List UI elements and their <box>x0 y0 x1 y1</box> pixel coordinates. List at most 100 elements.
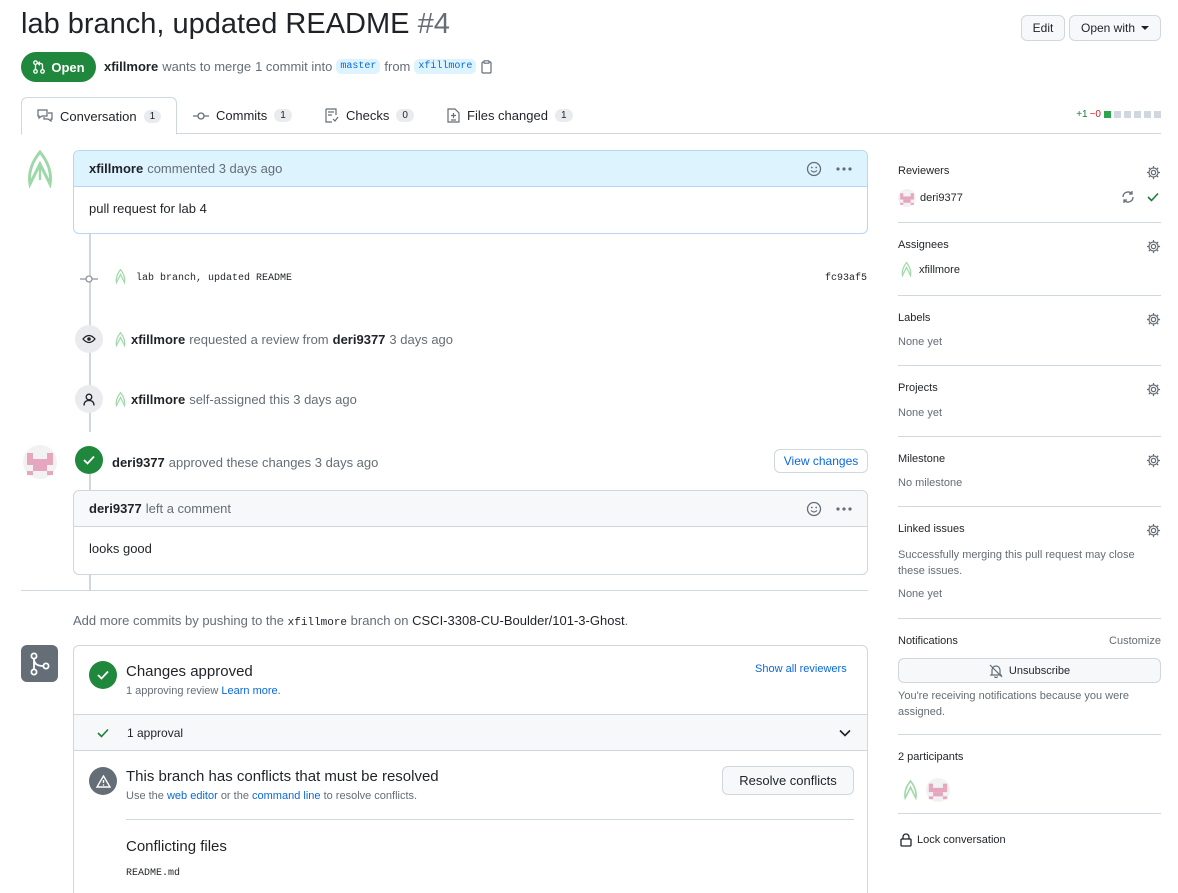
avatar-xfillmore-small[interactable] <box>114 331 127 348</box>
avatar-xfillmore-small[interactable] <box>114 268 127 285</box>
diffstat-block <box>1154 111 1161 118</box>
gear-icon[interactable] <box>1146 453 1161 468</box>
approval-event: deri9377 approved these changes 3 days a… <box>112 455 378 470</box>
event-actor[interactable]: xfillmore <box>131 332 185 347</box>
conversation-icon <box>37 109 53 123</box>
event-actor[interactable]: xfillmore <box>131 392 185 407</box>
push-hint-branch: xfillmore <box>287 617 348 629</box>
assignee-item[interactable]: xfillmore <box>900 261 960 278</box>
check-icon <box>1147 192 1159 202</box>
lock-conversation[interactable]: Lock conversation <box>900 833 1006 847</box>
push-hint-repo[interactable]: CSCI-3308-CU-Boulder/101-3-Ghost <box>412 613 624 628</box>
push-hint-period: . <box>624 613 629 628</box>
deletions: −0 <box>1089 109 1101 120</box>
gear-icon[interactable] <box>1146 382 1161 397</box>
smiley-icon[interactable] <box>806 501 822 517</box>
pr-title-text: lab branch, updated README <box>21 8 410 40</box>
commit-sha[interactable]: fc93af5 <box>825 273 867 284</box>
customize-link[interactable]: Customize <box>1109 635 1161 647</box>
sidebar-title: 2 participants <box>898 751 964 763</box>
sidebar-title: Milestone <box>898 453 946 465</box>
event-text: self-assigned this 3 days ago <box>189 392 357 407</box>
check-icon <box>83 455 95 465</box>
conflict-text: to resolve conflicts. <box>323 790 418 802</box>
comment-body: looks good <box>89 541 152 556</box>
merge-count-text: 1 commit into <box>255 59 333 74</box>
bell-slash-icon <box>989 664 1003 678</box>
base-branch[interactable]: master <box>336 59 381 74</box>
sidebar-notifications: Notifications Customize Unsubscribe You'… <box>898 635 1161 735</box>
approved-badge <box>75 446 103 474</box>
push-hint-text: branch on <box>350 613 409 628</box>
approved-subtitle: 1 approving review Learn more. <box>126 685 281 697</box>
tab-commits[interactable]: Commits 1 <box>193 97 292 134</box>
tab-label: Checks <box>346 108 390 123</box>
event-actor[interactable]: deri9377 <box>112 455 165 470</box>
avatar-xfillmore[interactable] <box>24 150 56 188</box>
eye-icon <box>82 334 96 344</box>
event-time[interactable]: 3 days ago <box>389 332 453 347</box>
avatar-xfillmore[interactable] <box>902 778 919 802</box>
open-with-button[interactable]: Open with <box>1069 15 1161 41</box>
edit-label: Edit <box>1032 21 1054 35</box>
commit-icon <box>193 111 209 120</box>
pull-request-icon <box>33 60 46 74</box>
conflict-divider <box>126 819 854 820</box>
learn-more-link[interactable]: Learn more. <box>221 685 280 697</box>
sidebar-value: None yet <box>898 588 943 600</box>
view-changes-button[interactable]: View changes <box>774 449 868 473</box>
approval-row[interactable]: 1 approval <box>74 714 867 751</box>
review-request-event: xfillmore requested a review from deri93… <box>114 331 453 348</box>
gear-icon[interactable] <box>1146 312 1161 327</box>
smiley-icon[interactable] <box>806 161 822 177</box>
edit-button[interactable]: Edit <box>1021 15 1065 41</box>
tab-conversation[interactable]: Conversation 1 <box>21 97 178 135</box>
git-merge-icon <box>30 652 49 675</box>
avatar-deri9377[interactable] <box>23 445 57 479</box>
sync-icon[interactable] <box>1121 190 1135 204</box>
event-text: requested a review from <box>189 332 329 347</box>
unsubscribe-label: Unsubscribe <box>1008 664 1071 677</box>
comment-author[interactable]: xfillmore <box>89 161 143 176</box>
pr-author-link[interactable]: xfillmore <box>104 59 158 74</box>
conflict-title: This branch has conflicts that must be r… <box>126 768 439 785</box>
copy-icon[interactable] <box>480 59 493 74</box>
sidebar-labels: Labels None yet <box>898 312 1161 366</box>
event-target[interactable]: deri9377 <box>333 332 386 347</box>
check-icon <box>97 728 109 738</box>
comment-body: pull request for lab 4 <box>89 201 207 216</box>
from-text: from <box>384 59 411 74</box>
resolve-conflicts-button[interactable]: Resolve conflicts <box>722 766 854 795</box>
kebab-horizontal-icon[interactable] <box>836 506 852 511</box>
avatar-xfillmore-small[interactable] <box>114 391 127 408</box>
tab-files-changed[interactable]: Files changed 1 <box>447 97 573 134</box>
merge-box: Changes approved 1 approving review Lear… <box>73 645 868 893</box>
command-line-link[interactable]: command line <box>252 790 320 802</box>
comment-meta[interactable]: commented 3 days ago <box>147 161 282 176</box>
event-text: approved these changes 3 days ago <box>168 455 379 470</box>
chevron-down-icon[interactable] <box>839 729 851 737</box>
pr-number: #4 <box>417 8 450 40</box>
view-changes-label: View changes <box>783 454 859 468</box>
unsubscribe-button[interactable]: Unsubscribe <box>898 658 1161 683</box>
gear-icon[interactable] <box>1146 165 1161 180</box>
show-all-reviewers-link[interactable]: Show all reviewers <box>755 663 847 675</box>
gear-icon[interactable] <box>1146 523 1161 538</box>
push-hint-text: Add more commits by pushing to the <box>73 613 284 628</box>
kebab-horizontal-icon[interactable] <box>836 166 852 171</box>
comment-author[interactable]: deri9377 <box>89 501 142 516</box>
reviewer-item[interactable]: deri9377 <box>898 189 963 207</box>
tab-label: Conversation <box>60 108 137 124</box>
diffstat-block <box>1144 111 1151 118</box>
web-editor-link[interactable]: web editor <box>167 790 218 802</box>
avatar-deri9377[interactable] <box>926 778 950 802</box>
gear-icon[interactable] <box>1146 239 1161 254</box>
commit-message[interactable]: lab branch, updated README <box>136 273 292 284</box>
tab-checks[interactable]: Checks 0 <box>325 97 414 134</box>
tab-count: 1 <box>274 109 292 122</box>
comment-xfillmore: xfillmore commented 3 days ago pull requ… <box>73 150 868 234</box>
head-branch[interactable]: xfillmore <box>414 59 477 74</box>
conflict-text: or the <box>220 790 249 802</box>
conflict-text: Use the <box>126 790 164 802</box>
alert-badge <box>89 767 117 795</box>
